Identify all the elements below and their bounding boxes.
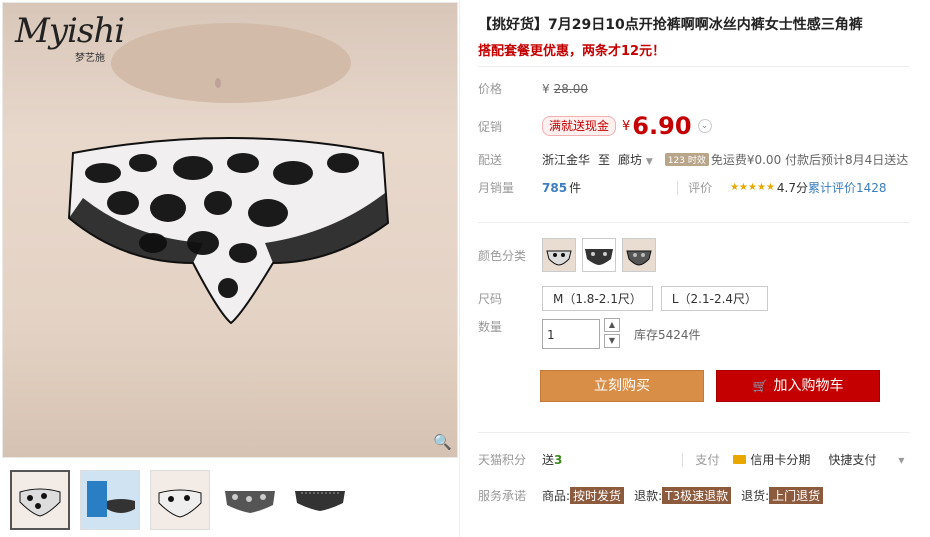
points-value: 3 xyxy=(554,452,563,467)
thumbnail-1[interactable] xyxy=(10,470,70,530)
delivery-destination-select[interactable]: 廊坊 ▼ xyxy=(618,151,653,168)
color-label: 颜色分类 xyxy=(478,248,527,263)
review-count-link[interactable]: 累计评价1428 xyxy=(808,179,887,196)
service-goods-label: 商品: xyxy=(542,489,571,503)
points-label: 天猫积分 xyxy=(478,453,527,467)
divider xyxy=(478,66,910,67)
price-row: 价格 ¥ 28.00 xyxy=(478,80,588,97)
quick-pay[interactable]: 快捷支付 xyxy=(828,451,876,468)
product-subtitle: 搭配套餐更优惠，两条才12元！ xyxy=(478,44,666,59)
divider-vertical xyxy=(677,180,679,195)
product-title: 【挑好货】7月29日10点开抢裤啊啊冰丝内裤女士性感三角裤 xyxy=(478,17,863,33)
product-photo xyxy=(67,23,390,325)
service-refund-tag[interactable]: T3极速退款 xyxy=(662,487,732,504)
cart-icon: 🛒 xyxy=(752,379,768,393)
sales-unit: 件 xyxy=(569,181,582,195)
add-to-cart-label: 加入购物车 xyxy=(773,378,844,394)
product-page: Myishi 梦艺施 🔍 【挑好货】7月29日10点开抢裤啊啊冰丝内裤女士性感三… xyxy=(0,0,930,537)
size-row: 尺码 M（1.8-2.1尺） L（2.1-2.4尺） xyxy=(478,286,776,311)
sales-label: 月销量 xyxy=(478,181,515,195)
quantity-up-button[interactable]: ▲ xyxy=(604,318,620,332)
sales-row: 月销量 785 件 评价 ★★★★★ 4.7分 累计评价1428 xyxy=(478,179,887,196)
color-swatch-3[interactable] xyxy=(622,238,656,272)
original-price: 28.00 xyxy=(553,81,588,96)
buy-now-button[interactable]: 立刻购买 xyxy=(540,370,704,402)
main-product-image[interactable]: Myishi 梦艺施 🔍 xyxy=(2,2,458,458)
promo-row: 促销 满就送现金 ¥ 6.90 ⌄ xyxy=(478,112,712,140)
sales-count: 785 xyxy=(542,180,568,195)
thumbnail-3[interactable] xyxy=(150,470,210,530)
review-label: 评价 xyxy=(688,181,713,195)
delivery-to-word: 至 xyxy=(598,153,611,167)
quantity-label: 数量 xyxy=(478,320,503,334)
size-option-l[interactable]: L（2.1-2.4尺） xyxy=(660,286,769,311)
delivery-label: 配送 xyxy=(478,153,503,167)
size-label: 尺码 xyxy=(478,292,503,306)
service-label: 服务承诺 xyxy=(478,489,527,503)
gallery: Myishi 梦艺施 🔍 xyxy=(0,0,460,537)
thumbnail-strip xyxy=(10,470,360,530)
delivery-row: 配送 浙江金华 至 廊坊 ▼ 123 时效 免运费¥0.00 付款后预计8月4日… xyxy=(478,151,908,168)
service-row: 服务承诺 商品: 按时发货 退款: T3极速退款 退货: 上门退货 xyxy=(478,487,833,504)
pay-label: 支付 xyxy=(695,453,720,467)
price-label: 价格 xyxy=(478,82,503,96)
quantity-row: 数量 1 ▲ ▼ 库存5424件 xyxy=(478,318,701,350)
service-goods-tag[interactable]: 按时发货 xyxy=(570,487,625,504)
promo-price: 6.90 xyxy=(632,112,692,140)
color-swatch-2[interactable] xyxy=(582,238,616,272)
size-option-m[interactable]: M（1.8-2.1尺） xyxy=(542,286,653,311)
quantity-stepper: ▲ ▼ xyxy=(604,318,620,350)
color-swatch-1[interactable] xyxy=(542,238,576,272)
points-row: 天猫积分 送 3 支付 信用卡分期 快捷支付 ▾ xyxy=(478,451,910,468)
delivery-fee: 免运费¥0.00 付款后预计8月4日送达 xyxy=(710,153,909,167)
thumbnail-4[interactable] xyxy=(220,470,280,530)
service-refund-label: 退款: xyxy=(634,489,663,503)
rating-value: 4.7分 xyxy=(776,181,809,195)
star-rating-icon: ★★★★★ xyxy=(730,182,775,193)
divider xyxy=(478,432,910,433)
promo-tag[interactable]: 满就送现金 xyxy=(542,116,617,136)
credit-card-icon xyxy=(733,455,747,464)
promo-dropdown-icon[interactable]: ⌄ xyxy=(697,119,712,133)
quantity-input[interactable]: 1 xyxy=(542,319,600,349)
color-row: 颜色分类 xyxy=(478,238,662,272)
divider-vertical xyxy=(682,452,684,467)
expand-arrow-icon[interactable]: ▾ xyxy=(898,453,904,467)
delivery-from: 浙江金华 xyxy=(542,153,591,167)
delivery-destination: 廊坊 xyxy=(618,153,643,167)
points-send: 送 xyxy=(542,453,555,467)
add-to-cart-button[interactable]: 🛒 加入购物车 xyxy=(716,370,880,402)
chevron-down-icon: ▼ xyxy=(645,157,653,167)
price-currency: ¥ xyxy=(542,81,550,96)
service-return-label: 退货: xyxy=(741,489,770,503)
product-info: 【挑好货】7月29日10点开抢裤啊啊冰丝内裤女士性感三角裤 搭配套餐更优惠，两条… xyxy=(478,0,930,537)
service-return-tag[interactable]: 上门退货 xyxy=(769,487,824,504)
divider xyxy=(478,222,910,223)
quantity-down-button[interactable]: ▼ xyxy=(604,334,620,348)
zoom-icon[interactable]: 🔍 xyxy=(433,433,452,451)
credit-installment[interactable]: 信用卡分期 xyxy=(750,451,810,468)
stock-count: 库存5424件 xyxy=(634,327,701,342)
thumbnail-2[interactable] xyxy=(80,470,140,530)
delivery-time-badge: 123 时效 xyxy=(664,153,709,166)
promo-label: 促销 xyxy=(478,119,503,134)
thumbnail-5[interactable] xyxy=(290,470,350,530)
promo-currency: ¥ xyxy=(622,118,631,134)
